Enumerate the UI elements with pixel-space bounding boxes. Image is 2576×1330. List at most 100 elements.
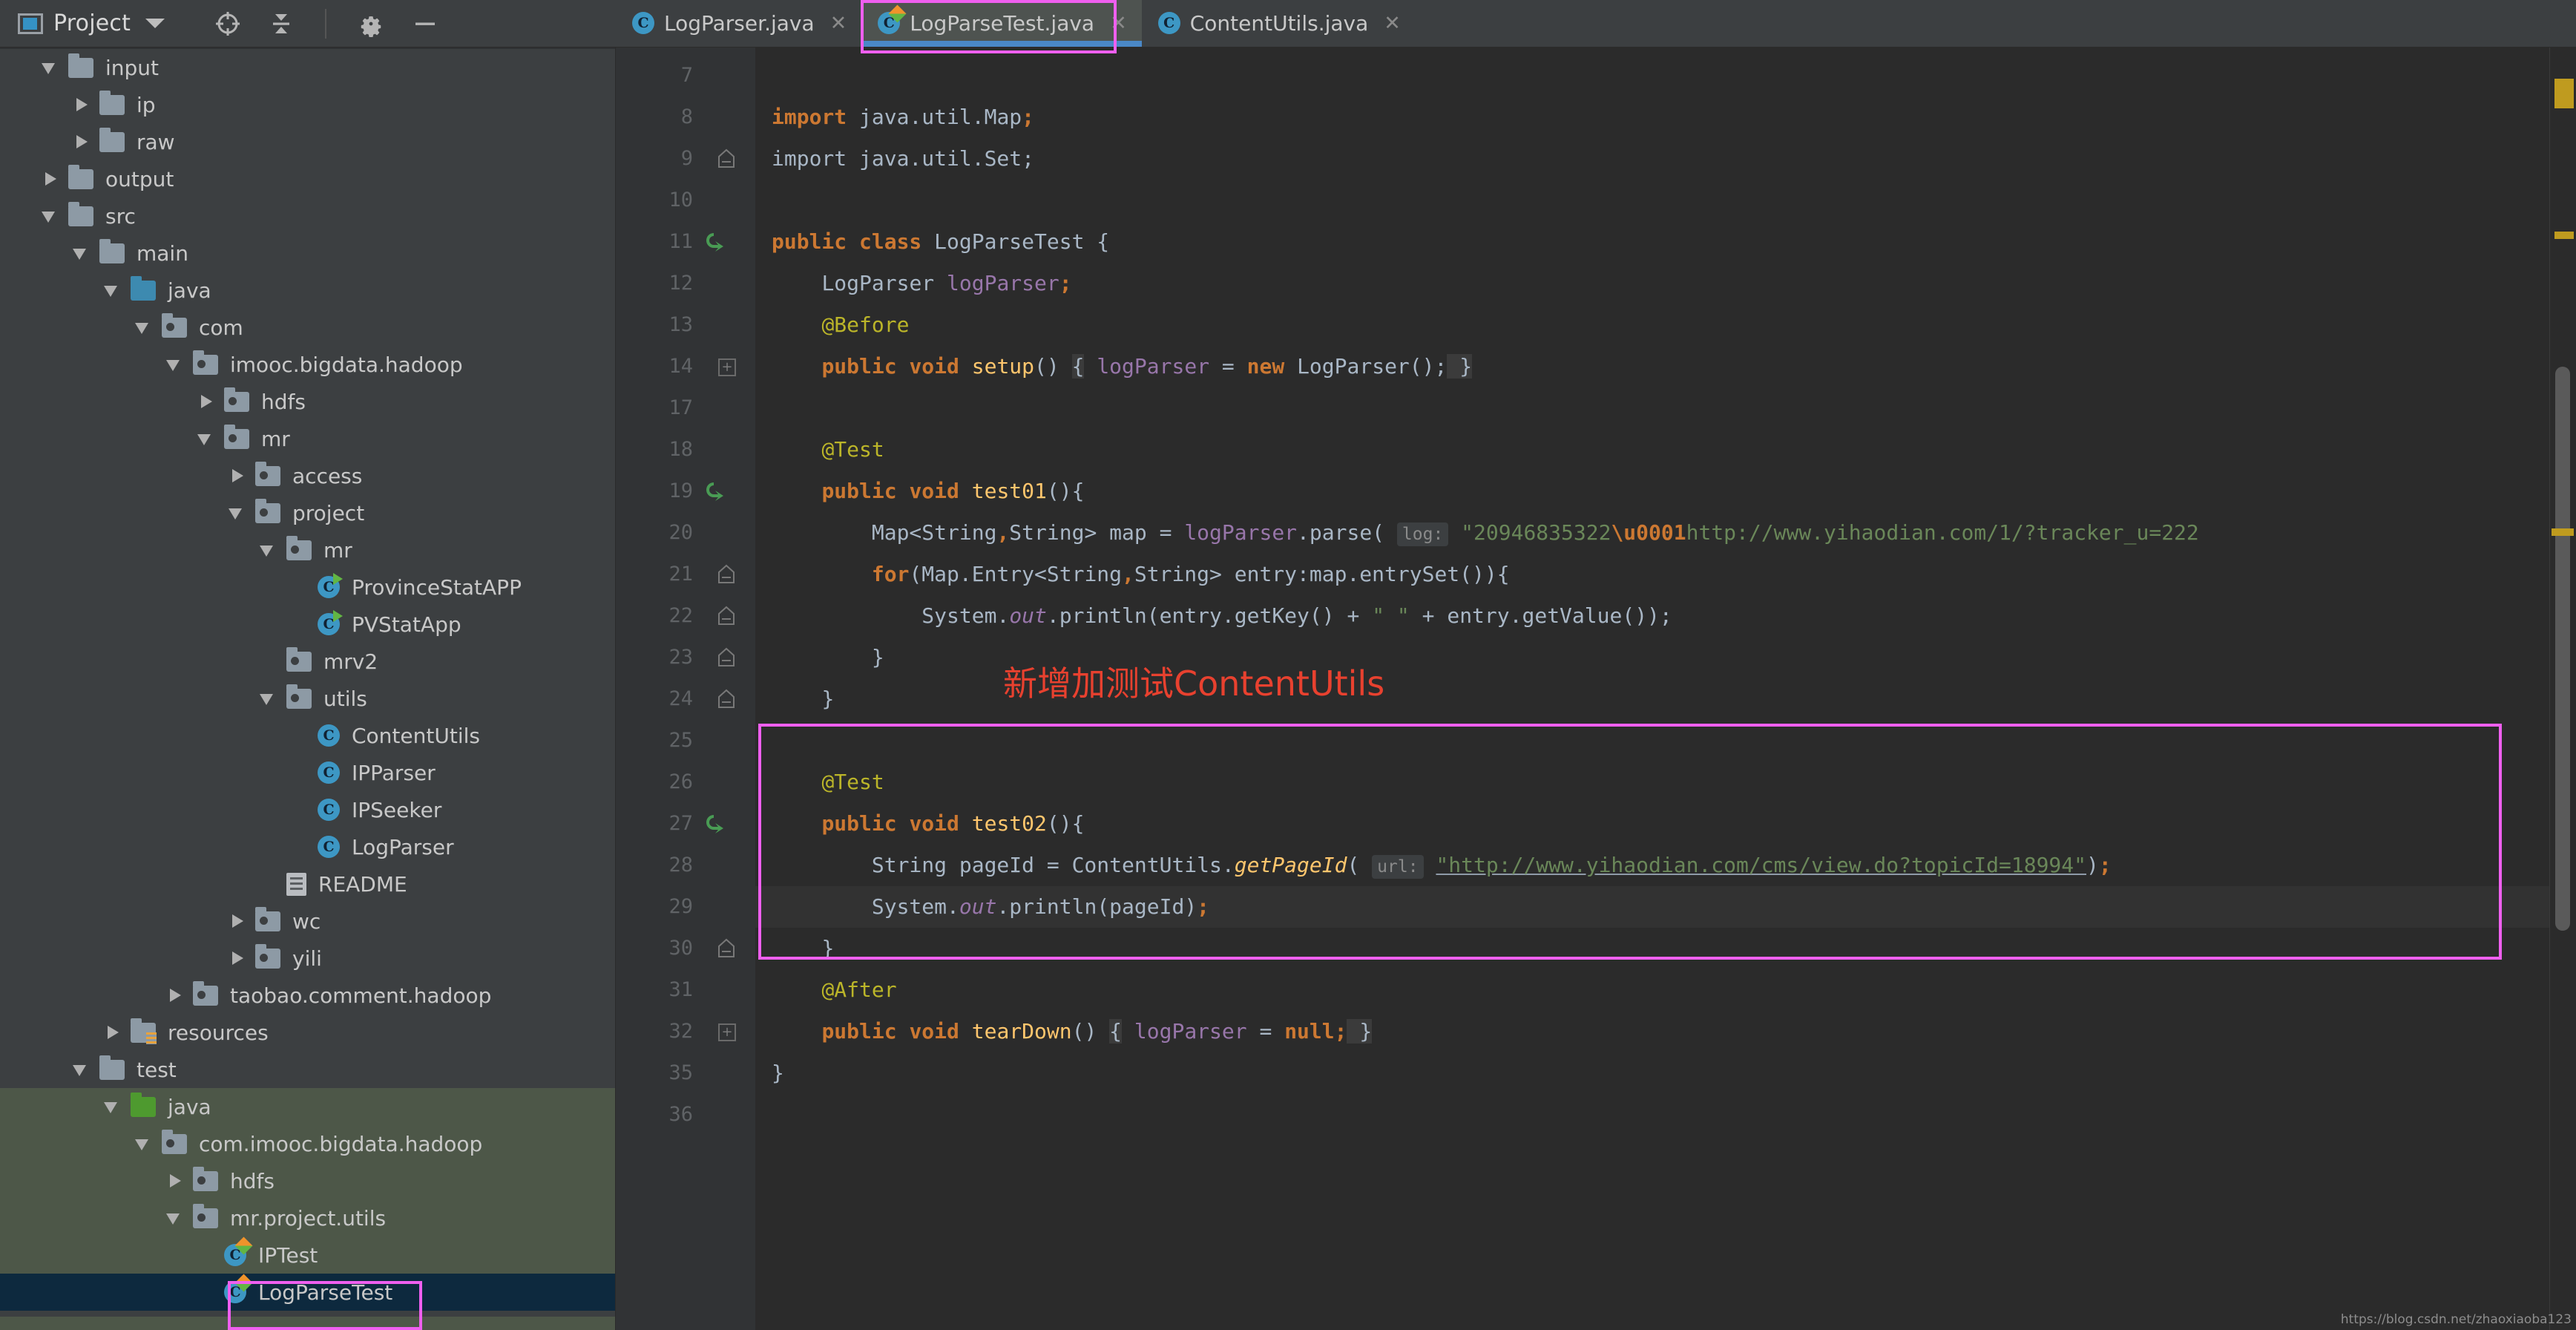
code-line[interactable]: } — [755, 928, 2549, 969]
fold-marker[interactable] — [705, 180, 755, 221]
code-line[interactable] — [755, 720, 2549, 761]
tree-node-yili[interactable]: yili — [0, 940, 615, 977]
tab-close-icon[interactable]: ✕ — [1384, 13, 1401, 33]
tree-expand-right-icon[interactable] — [227, 949, 246, 968]
fold-marker[interactable] — [705, 304, 755, 346]
tree-node-ipseeker[interactable]: C IPSeeker — [0, 791, 615, 828]
code-line[interactable]: @Test — [755, 429, 2549, 471]
fold-marker[interactable] — [705, 637, 755, 678]
fold-marker[interactable] — [705, 429, 755, 471]
fold-gutter[interactable]: + + — [705, 48, 755, 1330]
code-line[interactable]: String pageId = ContentUtils.getPageId( … — [755, 845, 2549, 886]
fold-marker[interactable] — [705, 678, 755, 720]
tree-node-mr-project-utils[interactable]: mr.project.utils — [0, 1199, 615, 1236]
tree-node-test[interactable]: test — [0, 1051, 615, 1088]
code-line[interactable]: public void test01(){ — [755, 471, 2549, 512]
tree-expand-right-icon[interactable] — [71, 95, 91, 114]
tree-expand-right-icon[interactable] — [227, 466, 246, 485]
tree-node-java[interactable]: java — [0, 1088, 615, 1125]
tree-node-project[interactable]: project — [0, 494, 615, 531]
fold-marker[interactable] — [705, 720, 755, 761]
tree-node-resources[interactable]: resources — [0, 1014, 615, 1051]
tab-close-icon[interactable]: ✕ — [830, 13, 847, 33]
tree-node-raw[interactable]: raw — [0, 123, 615, 160]
fold-marker[interactable] — [705, 928, 755, 969]
fold-marker[interactable] — [705, 96, 755, 138]
tree-expand-right-icon[interactable] — [227, 911, 246, 931]
fold-marker[interactable] — [705, 845, 755, 886]
tree-node-com[interactable]: com — [0, 309, 615, 346]
fold-marker[interactable]: + — [705, 346, 755, 387]
editor-tab[interactable]: C LogParser.java ✕ — [616, 0, 862, 47]
tree-node-output[interactable]: output — [0, 160, 615, 197]
vertical-scrollbar-thumb[interactable] — [2555, 367, 2570, 931]
tree-expand-down-icon[interactable] — [258, 540, 277, 560]
tree-expand-right-icon[interactable] — [165, 986, 184, 1005]
tree-expand-down-icon[interactable] — [71, 1060, 91, 1079]
tree-expand-down-icon[interactable] — [258, 689, 277, 708]
tree-node-logparsetest[interactable]: C LogParseTest — [0, 1274, 615, 1311]
fold-marker[interactable] — [705, 554, 755, 595]
tree-expand-right-icon[interactable] — [165, 1171, 184, 1190]
fold-marker[interactable] — [705, 138, 755, 180]
collapse-all-icon[interactable] — [269, 11, 294, 36]
tree-expand-down-icon[interactable] — [196, 429, 215, 448]
fold-marker[interactable] — [705, 221, 755, 263]
tree-node-hdfs[interactable]: hdfs — [0, 1162, 615, 1199]
code-line[interactable]: System.out.println(pageId); — [755, 886, 2549, 928]
tree-expand-right-icon[interactable] — [71, 132, 91, 151]
code-line[interactable]: public void tearDown() { logParser = nul… — [755, 1011, 2549, 1052]
chevron-down-icon[interactable] — [145, 19, 165, 28]
tree-expand-right-icon[interactable] — [40, 169, 59, 189]
tree-node-mr[interactable]: mr — [0, 420, 615, 457]
code-line[interactable] — [755, 387, 2549, 429]
tree-node-mr[interactable]: mr — [0, 531, 615, 569]
fold-marker[interactable] — [705, 387, 755, 429]
tree-node-contentutils[interactable]: C ContentUtils — [0, 717, 615, 754]
code-line[interactable]: Map<String,String> map = logParser.parse… — [755, 512, 2549, 554]
tree-expand-down-icon[interactable] — [40, 58, 59, 77]
project-view-button[interactable]: Project — [9, 7, 174, 39]
project-tree-panel[interactable]: input ip raw output src main java com imooc.bigd… — [0, 48, 616, 1330]
tree-node-java[interactable]: java — [0, 272, 615, 309]
settings-gear-icon[interactable] — [358, 10, 384, 37]
warning-marker[interactable] — [2552, 528, 2574, 536]
code-line[interactable] — [755, 55, 2549, 96]
editor-tab[interactable]: C ContentUtils.java ✕ — [1141, 0, 1416, 47]
code-line[interactable]: } — [755, 1052, 2549, 1094]
fold-marker[interactable] — [705, 263, 755, 304]
tree-node-access[interactable]: access — [0, 457, 615, 494]
locate-target-icon[interactable] — [215, 11, 240, 36]
warning-marker[interactable] — [2554, 232, 2574, 239]
code-line[interactable]: for(Map.Entry<String,String> entry:map.e… — [755, 554, 2549, 595]
code-line[interactable]: public void test02(){ — [755, 803, 2549, 845]
tab-close-icon[interactable]: ✕ — [1110, 13, 1127, 33]
tree-node-readme[interactable]: README — [0, 865, 615, 902]
tree-expand-right-icon[interactable] — [196, 392, 215, 411]
code-line[interactable]: System.out.println(entry.getKey() + " " … — [755, 595, 2549, 637]
warning-marker[interactable] — [2554, 79, 2574, 108]
fold-marker[interactable] — [705, 803, 755, 845]
tree-node-ip[interactable]: ip — [0, 86, 615, 123]
code-line[interactable]: @Before — [755, 304, 2549, 346]
code-line[interactable]: public class LogParseTest { — [755, 221, 2549, 263]
tree-expand-right-icon[interactable] — [102, 1023, 122, 1042]
tree-expand-down-icon[interactable] — [71, 243, 91, 263]
tree-node-src[interactable]: src — [0, 197, 615, 235]
tree-expand-down-icon[interactable] — [165, 1208, 184, 1228]
fold-marker[interactable] — [705, 761, 755, 803]
tree-node-logparser[interactable]: C LogParser — [0, 828, 615, 865]
tree-expand-down-icon[interactable] — [165, 355, 184, 374]
fold-expand-icon[interactable]: + — [718, 358, 736, 376]
fold-marker[interactable] — [705, 969, 755, 1011]
code-line[interactable] — [755, 1094, 2549, 1136]
tree-node-ipparser[interactable]: C IPParser — [0, 754, 615, 791]
fold-marker[interactable] — [705, 1094, 755, 1136]
code-editor[interactable]: 7 8 9 10 11 12 13 14 17 18 19 20 21 22 23 24 25 26 27 28 29 3… — [616, 48, 2576, 1330]
marker-scrollbar[interactable] — [2549, 48, 2576, 1330]
tree-expand-down-icon[interactable] — [134, 1134, 153, 1153]
fold-marker[interactable] — [705, 512, 755, 554]
tree-node-iptest[interactable]: C IPTest — [0, 1236, 615, 1274]
code-line[interactable]: LogParser logParser; — [755, 263, 2549, 304]
fold-marker[interactable] — [705, 55, 755, 96]
